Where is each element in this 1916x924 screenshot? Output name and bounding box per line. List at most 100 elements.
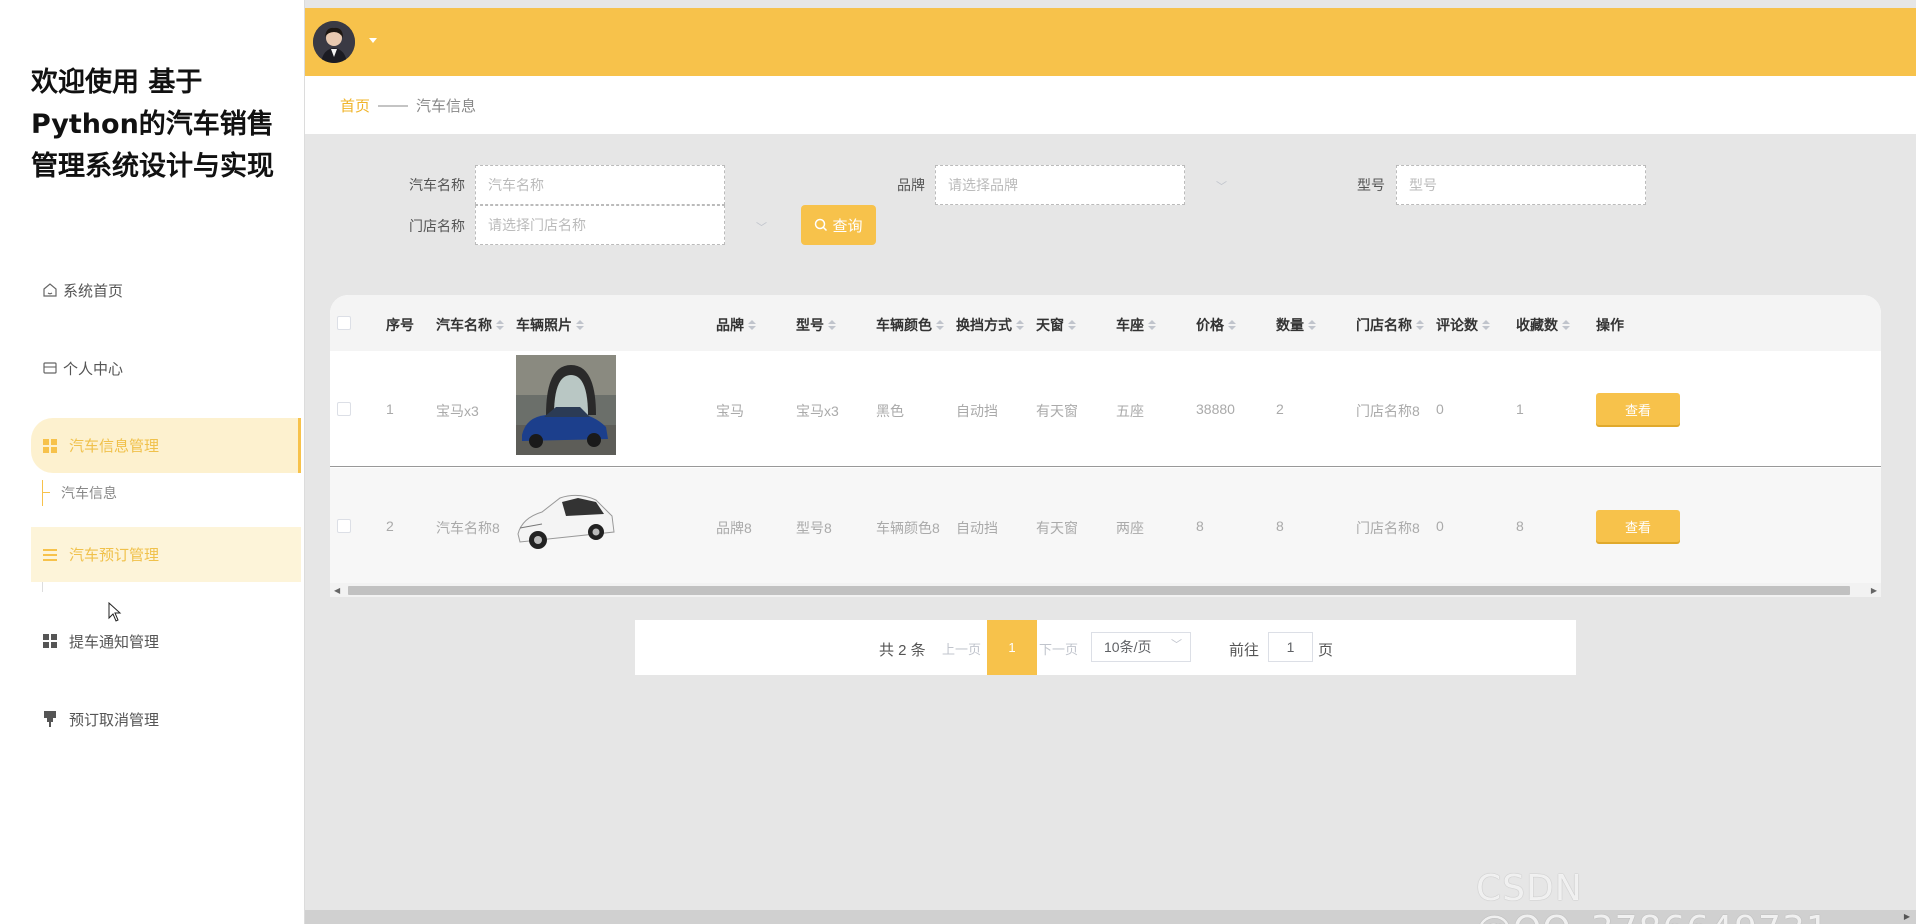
view-button[interactable]: 查看 [1596, 510, 1680, 542]
page-size-select[interactable]: 10条/页 ﹀ [1091, 632, 1191, 662]
column-header[interactable]: 换挡方式 [956, 315, 1024, 335]
column-header[interactable]: 天窗 [1036, 315, 1076, 335]
query-button[interactable]: 查询 [801, 205, 876, 245]
column-header[interactable]: 评论数 [1436, 315, 1490, 335]
sort-icon [1068, 320, 1076, 330]
watermark: CSDN @QQ_3786649731 [1476, 868, 1829, 924]
page-unit-label: 页 [1318, 642, 1334, 659]
sidebar-item-car-booking-management[interactable]: 汽车预订管理 [31, 527, 301, 582]
app-title: 欢迎使用 基于Python的汽车销售管理系统设计与实现 [31, 67, 274, 182]
store-label: 门店名称 [409, 218, 465, 234]
breadcrumb-home[interactable]: 首页 [340, 95, 370, 116]
column-header[interactable]: 车座 [1116, 315, 1156, 335]
goto-page-input[interactable]: 1 [1268, 632, 1313, 662]
cell-favorites: 1 [1516, 401, 1524, 417]
column-header[interactable]: 汽车名称 [436, 315, 504, 335]
cell-gear: 自动挡 [956, 520, 998, 536]
cell-index: 1 [386, 401, 394, 417]
sort-icon [1482, 320, 1490, 330]
sidebar-item-car-info-management[interactable]: 汽车信息管理 [31, 418, 301, 473]
breadcrumb-current: 汽车信息 [416, 97, 477, 115]
chevron-down-icon: ﹀ [1171, 639, 1182, 651]
select-all-checkbox[interactable] [337, 316, 351, 330]
cell-price: 38880 [1196, 401, 1235, 417]
sort-icon [936, 320, 944, 330]
row-checkbox[interactable] [337, 519, 351, 533]
sort-icon [1228, 320, 1236, 330]
cell-seats: 两座 [1116, 520, 1144, 536]
cell-quantity: 8 [1276, 518, 1284, 534]
brand-select[interactable]: 请选择品牌 [935, 165, 1185, 205]
cell-store: 门店名称8 [1356, 403, 1420, 419]
column-header: 操作 [1596, 317, 1624, 333]
car-photo [516, 355, 616, 455]
scrollbar-thumb[interactable] [348, 586, 1850, 595]
column-header[interactable]: 收藏数 [1516, 315, 1570, 335]
table-header: 序号 汽车名称 车辆照片 品牌 型号 车辆颜色 换挡方式 天窗 车座 价格 数量… [330, 295, 1881, 351]
user-card-icon [41, 359, 59, 377]
chevron-down-icon[interactable]: ﹀ [756, 219, 767, 235]
breadcrumb: 首页 —— 汽车信息 [305, 76, 1916, 134]
query-button-label: 查询 [832, 217, 863, 235]
sidebar-item-booking-cancel-management[interactable]: 预订取消管理 [31, 693, 301, 745]
column-header[interactable]: 数量 [1276, 315, 1316, 335]
pagination-total: 共 2 条 [879, 642, 926, 659]
column-header[interactable]: 型号 [796, 315, 836, 335]
cell-quantity: 2 [1276, 401, 1284, 417]
cell-comments: 0 [1436, 518, 1444, 534]
sort-icon [828, 320, 836, 330]
sort-icon [1016, 320, 1024, 330]
column-header[interactable]: 价格 [1196, 315, 1236, 335]
cell-sunroof: 有天窗 [1036, 520, 1078, 536]
column-header[interactable]: 门店名称 [1356, 315, 1424, 335]
cell-color: 黑色 [876, 403, 904, 419]
next-page-button[interactable]: 下一页 [1039, 639, 1078, 658]
sort-icon [1148, 320, 1156, 330]
cell-comments: 0 [1436, 401, 1444, 417]
breadcrumb-separator: —— [378, 96, 409, 114]
data-table: 序号 汽车名称 车辆照片 品牌 型号 车辆颜色 换挡方式 天窗 车座 价格 数量… [330, 295, 1881, 597]
scroll-left-icon[interactable]: ◀ [334, 586, 340, 595]
submenu-line [42, 582, 43, 592]
store-select[interactable]: 请选择门店名称 [475, 205, 725, 245]
scroll-right-icon[interactable]: ▶ [1871, 586, 1877, 595]
search-icon [814, 218, 828, 232]
current-page-button[interactable]: 1 [987, 620, 1037, 675]
sidebar-item-pickup-notice-management[interactable]: 提车通知管理 [31, 615, 301, 667]
row-checkbox[interactable] [337, 402, 351, 416]
view-button[interactable]: 查看 [1596, 393, 1680, 425]
column-header: 序号 [386, 317, 414, 333]
sort-icon [576, 320, 584, 330]
column-header[interactable]: 品牌 [716, 315, 756, 335]
column-header[interactable]: 车辆颜色 [876, 315, 944, 335]
sort-icon [1562, 320, 1570, 330]
cell-seats: 五座 [1116, 403, 1144, 419]
chevron-down-icon[interactable] [369, 38, 377, 43]
car-name-input[interactable]: 汽车名称 [475, 165, 725, 205]
chevron-down-icon[interactable]: ﹀ [1216, 178, 1227, 194]
cell-store: 门店名称8 [1356, 520, 1420, 536]
cell-name: 宝马x3 [436, 403, 479, 419]
table-row: 2 汽车名称8 品牌8 型号8 车辆颜色8 自动挡 有天窗 两座 8 8 门店名… [330, 468, 1881, 584]
sidebar-item-label: 汽车信息管理 [69, 438, 160, 455]
grid-icon [41, 437, 59, 455]
sidebar-item-home[interactable]: 系统首页 [31, 264, 301, 316]
mouse-cursor-icon [108, 601, 122, 625]
column-header[interactable]: 车辆照片 [516, 315, 584, 335]
car-photo [516, 472, 616, 572]
sidebar-item-label: 系统首页 [63, 282, 124, 300]
avatar[interactable] [313, 21, 355, 63]
cell-favorites: 8 [1516, 518, 1524, 534]
grid-icon [41, 632, 59, 650]
pagination: 共 2 条 上一页 1 下一页 10条/页 ﹀ 前往 1 页 [635, 620, 1576, 675]
model-input[interactable]: 型号 [1396, 165, 1646, 205]
cell-color: 车辆颜色8 [876, 520, 940, 536]
sidebar-subitem-car-info[interactable]: 汽车信息 [42, 480, 117, 506]
submenu-indicator [42, 492, 50, 493]
sidebar: 欢迎使用 基于Python的汽车销售管理系统设计与实现 系统首页 个人中心 汽车… [0, 0, 305, 924]
table-row: 1 宝马x3 宝马 宝马x3 黑色 自动挡 有天窗 五座 38880 2 门店名… [330, 351, 1881, 467]
prev-page-button[interactable]: 上一页 [942, 639, 981, 658]
sidebar-item-profile[interactable]: 个人中心 [31, 342, 301, 394]
cell-name: 汽车名称8 [436, 520, 500, 536]
table-horizontal-scrollbar[interactable]: ◀ ▶ [330, 583, 1881, 597]
